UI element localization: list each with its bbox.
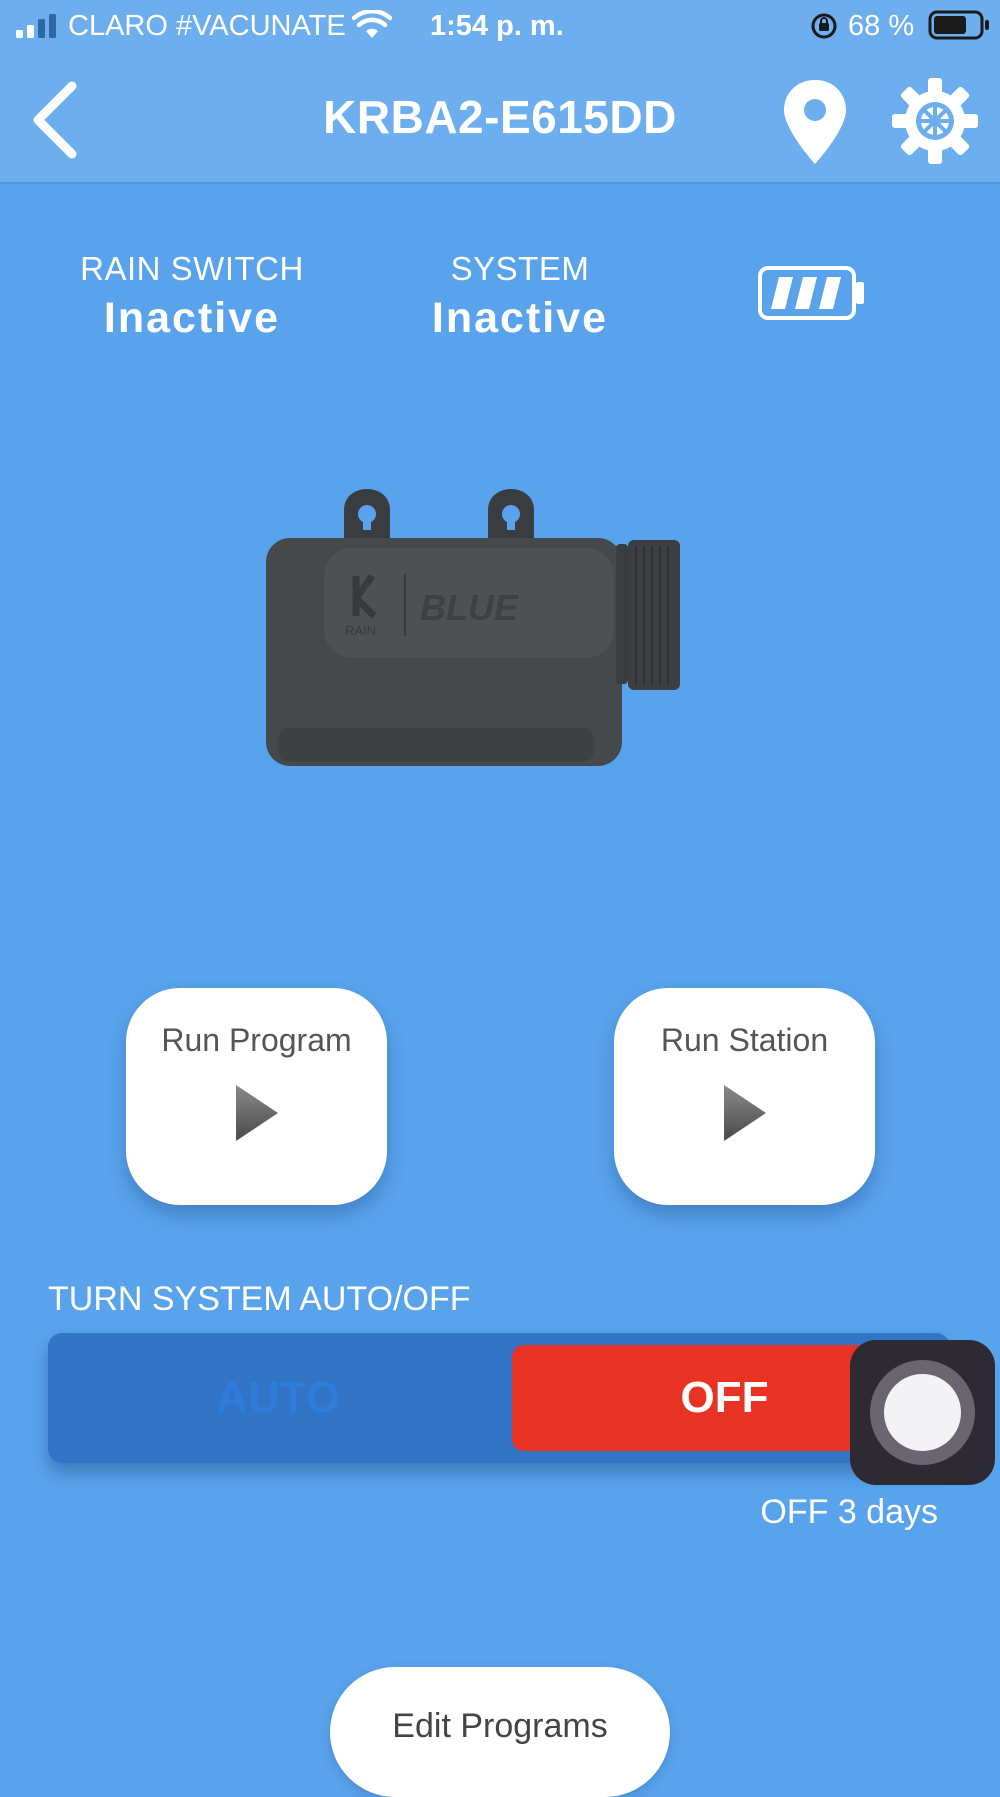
status-bar: CLARO #VACUNATE 1:54 p. m. 68 % [0, 0, 1000, 56]
clock-label: 1:54 p. m. [430, 10, 564, 42]
back-chevron-icon [33, 81, 77, 159]
system-label: SYSTEM [450, 250, 590, 287]
status-battery-icon [928, 10, 989, 40]
play-icon [723, 1085, 766, 1141]
auto-option[interactable]: AUTO [48, 1333, 508, 1463]
orientation-lock-icon [811, 13, 837, 39]
run-program-button[interactable]: Run Program [126, 988, 387, 1205]
off-duration-note: OFF 3 days [760, 1493, 938, 1531]
controller-device-image: RAIN BLUE [266, 489, 680, 766]
rain-switch-label: RAIN SWITCH [80, 250, 304, 287]
rain-switch-value: Inactive [103, 294, 281, 342]
gear-icon [892, 78, 978, 164]
system-status: SYSTEM Inactive [390, 250, 650, 343]
run-program-label: Run Program [161, 1022, 352, 1058]
carrier-label: CLARO #VACUNATE [68, 10, 346, 42]
device-battery-icon [758, 266, 864, 320]
location-pin-icon [784, 80, 846, 164]
assistive-touch-icon [870, 1360, 975, 1465]
assistive-touch-button[interactable] [850, 1340, 995, 1485]
battery-percent-label: 68 % [848, 10, 915, 42]
system-value: Inactive [431, 294, 609, 342]
device-brand-text: BLUE [420, 587, 519, 628]
wifi-icon [352, 10, 392, 38]
back-button[interactable] [20, 74, 110, 164]
rain-switch-status: RAIN SWITCH Inactive [62, 250, 322, 343]
device-logo-text: RAIN [345, 623, 376, 638]
run-station-label: Run Station [660, 1022, 829, 1058]
header-bar: KRBA2-E615DD [0, 56, 1000, 184]
signal-icon [16, 14, 56, 38]
device-title: KRBA2-E615DD [323, 91, 677, 143]
location-button[interactable] [780, 78, 850, 168]
settings-button[interactable] [890, 76, 980, 166]
run-station-button[interactable]: Run Station [614, 988, 875, 1205]
auto-off-toggle[interactable]: AUTO OFF [48, 1333, 950, 1463]
toggle-label: TURN SYSTEM AUTO/OFF [48, 1280, 471, 1318]
play-icon [235, 1085, 278, 1141]
